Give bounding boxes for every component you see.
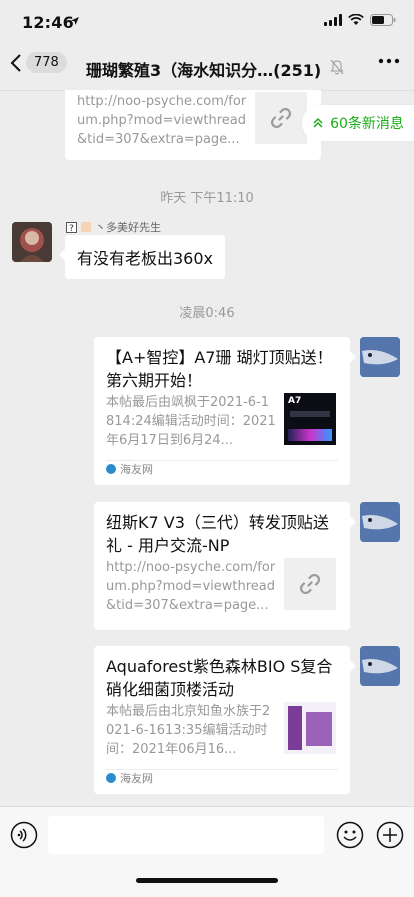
link-card-top[interactable]: http://noo-psyche.com/forum.php?mod=view… (65, 90, 321, 160)
link-source-label: 海友网 (120, 463, 153, 476)
svg-text:?: ? (69, 224, 74, 233)
location-icon (71, 17, 79, 25)
message-text: 有没有老板出360x (77, 249, 214, 268)
thumbnail-image (288, 706, 302, 750)
source-logo-icon (106, 773, 116, 783)
link-thumbnail: A7 (284, 393, 336, 445)
new-messages-button[interactable]: 60条新消息 (302, 105, 414, 141)
plus-icon[interactable] (376, 821, 404, 849)
more-options-icon[interactable] (378, 58, 400, 64)
link-icon (300, 574, 320, 594)
voice-input-icon[interactable] (10, 821, 38, 849)
battery-icon (370, 14, 396, 26)
source-logo-icon (106, 464, 116, 474)
chat-message-list[interactable]: http://noo-psyche.com/forum.php?mod=view… (0, 90, 414, 806)
thumbnail-image (288, 429, 332, 441)
sender-name: 丶多美好先生 (95, 221, 161, 234)
text-message-bubble[interactable]: 有没有老板出360x (58, 235, 226, 279)
fish-avatar-image (360, 502, 400, 542)
status-bar: 12:46 (0, 0, 414, 44)
link-source: 海友网 (106, 461, 153, 477)
link-card-desc: http://noo-psyche.com/forum.php?mod=view… (106, 560, 276, 613)
chat-header: 778 珊瑚繁殖3（海水知识分…(251) (0, 44, 414, 91)
wifi-icon (348, 14, 364, 25)
thumbnail-image (306, 712, 332, 746)
unread-count-badge: 778 (26, 52, 67, 73)
signal-icon (324, 14, 342, 26)
fish-avatar-image (360, 337, 400, 377)
link-card-desc: 本帖最后由飒枫于2021-6-1814:24编辑活动时间：2021年6月17日到… (106, 395, 276, 448)
sender-info: ? 丶多美好先生 (66, 219, 161, 235)
thumbnail-image (290, 411, 330, 417)
message-input[interactable] (48, 816, 324, 854)
sender-tag-icon (81, 222, 91, 232)
own-avatar[interactable] (360, 502, 400, 542)
timestamp: 昨天 下午11:10 (160, 191, 254, 206)
link-card[interactable]: 纽斯K7 V3（三代）转发顶贴送礼 - 用户交流-NP http://noo-p… (94, 502, 356, 630)
chat-title: 珊瑚繁殖3（海水知识分…(251) (86, 61, 322, 80)
link-thumbnail (284, 558, 336, 610)
link-card-title: 纽斯K7 V3（三代）转发顶贴送礼 - 用户交流-NP (106, 513, 329, 555)
link-card-title: 【A+智控】A7珊 瑚灯顶贴送！第六期开始！ (106, 348, 333, 390)
link-source-label: 海友网 (120, 772, 153, 785)
back-button[interactable]: 778 (10, 52, 67, 73)
own-avatar[interactable] (360, 646, 400, 686)
link-card[interactable]: Aquaforest紫色森林BIO S复合硝化细菌顶楼活动 本帖最后由北京知鱼水… (94, 646, 356, 794)
timestamp: 凌晨0:46 (179, 306, 235, 321)
home-indicator (136, 878, 278, 883)
avatar-image (12, 222, 52, 262)
fish-avatar-image (360, 646, 400, 686)
message-input-bar (0, 806, 414, 897)
link-card-desc: http://noo-psyche.com/forum.php?mod=view… (77, 94, 247, 147)
sender-avatar[interactable] (12, 222, 52, 262)
link-card[interactable]: 【A+智控】A7珊 瑚灯顶贴送！第六期开始！ 本帖最后由飒枫于2021-6-18… (94, 337, 356, 485)
link-card-title: Aquaforest紫色森林BIO S复合硝化细菌顶楼活动 (106, 657, 333, 699)
link-icon (271, 108, 291, 128)
status-indicators (324, 14, 396, 26)
link-source: 海友网 (106, 770, 153, 786)
link-card-desc: 本帖最后由北京知鱼水族于2021-6-1613:35编辑活动时间：2021年06… (106, 704, 271, 757)
thumbnail-label: A7 (288, 396, 302, 406)
chevron-left-icon (10, 53, 21, 72)
new-messages-label: 60条新消息 (330, 116, 404, 132)
link-thumbnail (284, 702, 336, 754)
status-time: 12:46 (22, 13, 74, 32)
mute-bell-icon (330, 59, 344, 75)
question-mark-icon: ? (66, 221, 77, 233)
link-thumbnail (255, 92, 307, 144)
double-chevron-up-icon (313, 117, 323, 128)
own-avatar[interactable] (360, 337, 400, 377)
emoji-icon[interactable] (336, 821, 364, 849)
